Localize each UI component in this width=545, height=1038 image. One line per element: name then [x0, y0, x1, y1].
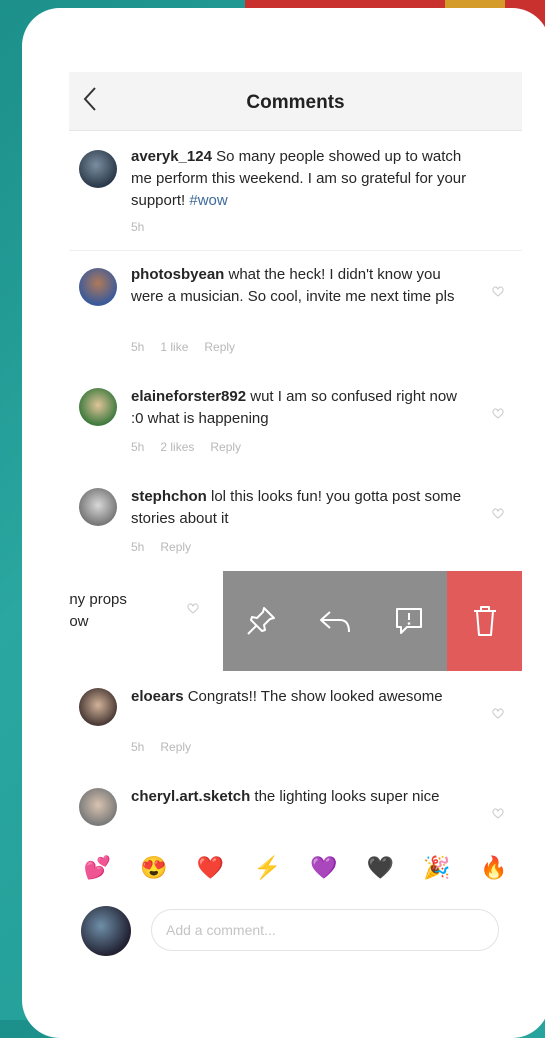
comment-time: 5h [131, 440, 145, 454]
comment-text: eloears Congrats!! The show looked aweso… [131, 686, 471, 708]
heart-icon [492, 408, 504, 419]
comment-time: 5h [131, 220, 145, 234]
divider [69, 250, 522, 251]
comment-body: Congrats!! The show looked awesome [183, 688, 443, 705]
like-button[interactable] [492, 408, 504, 422]
pin-button[interactable] [223, 571, 299, 671]
heart-icon [492, 286, 504, 297]
comment-composer [69, 900, 522, 964]
comments-screen: Comments averyk_124 So many people showe… [69, 72, 522, 964]
phone-card: Comments averyk_124 So many people showe… [22, 8, 545, 1038]
reply-link[interactable]: Reply [210, 440, 241, 454]
delete-button[interactable] [447, 571, 522, 671]
comment-item: elaineforster892 wut I am so confused ri… [69, 382, 522, 472]
emoji-button[interactable]: ❤️ [197, 855, 224, 881]
like-button[interactable] [492, 508, 504, 522]
swiped-comment-text: any props how [69, 589, 127, 633]
comment-text: averyk_124 So many people showed up to w… [131, 146, 471, 212]
emoji-button[interactable]: 💕 [84, 855, 111, 881]
comment-item: photosbyean what the heck! I didn't know… [69, 260, 522, 370]
heart-icon [187, 603, 199, 614]
emoji-button[interactable]: 🔥 [480, 855, 507, 881]
page-title: Comments [246, 92, 345, 113]
comment-text: photosbyean what the heck! I didn't know… [131, 264, 471, 308]
swiped-line: how [69, 613, 89, 630]
emoji-button[interactable]: 🖤 [367, 855, 394, 881]
comment-time: 5h [131, 340, 145, 354]
comment-meta: 5h 2 likes Reply [131, 440, 257, 454]
emoji-button[interactable]: 🎉 [423, 855, 450, 881]
reply-icon [320, 611, 350, 633]
emoji-bar: 💕 😍 ❤️ ⚡ 💜 🖤 🎉 🔥 [69, 840, 522, 896]
report-button[interactable] [371, 571, 447, 671]
comment-item: eloears Congrats!! The show looked aweso… [69, 682, 522, 767]
comment-item: stephchon lol this looks fun! you gotta … [69, 482, 522, 567]
avatar[interactable] [79, 388, 117, 426]
comment-meta: 5h Reply [131, 540, 207, 554]
swiped-comment-row[interactable]: any props how [69, 571, 522, 671]
comment-input[interactable] [151, 909, 499, 951]
comment-username[interactable]: eloears [131, 688, 184, 705]
like-button[interactable] [492, 286, 504, 300]
swipe-actions [223, 571, 522, 671]
reply-link[interactable]: Reply [204, 340, 235, 354]
like-button[interactable] [187, 603, 199, 617]
comment-item: averyk_124 So many people showed up to w… [69, 142, 522, 252]
heart-icon [492, 708, 504, 719]
comment-username[interactable]: cheryl.art.sketch [131, 788, 250, 805]
emoji-button[interactable]: 💜 [310, 855, 337, 881]
reply-button[interactable] [299, 571, 371, 671]
report-icon [396, 608, 422, 634]
pin-icon [247, 607, 275, 635]
heart-icon [492, 508, 504, 519]
comment-time: 5h [131, 540, 145, 554]
comment-body: the lighting looks super nice [250, 788, 440, 805]
header: Comments [69, 72, 522, 131]
comment-username[interactable]: photosbyean [131, 266, 224, 283]
like-count[interactable]: 1 like [160, 340, 188, 354]
comment-item: cheryl.art.sketch the lighting looks sup… [69, 782, 522, 840]
like-count[interactable]: 2 likes [160, 440, 194, 454]
comment-time: 5h [131, 740, 145, 754]
comment-username[interactable]: stephchon [131, 488, 207, 505]
comment-meta: 5h Reply [131, 740, 207, 754]
trash-icon [473, 606, 496, 636]
avatar[interactable] [79, 268, 117, 306]
swiped-line: any props [69, 591, 127, 608]
heart-icon [492, 808, 504, 819]
avatar[interactable] [79, 150, 117, 188]
comment-username[interactable]: averyk_124 [131, 148, 212, 165]
comment-meta: 5h 1 like Reply [131, 340, 251, 354]
hashtag-link[interactable]: #wow [189, 192, 227, 209]
like-button[interactable] [492, 708, 504, 722]
my-avatar [81, 906, 131, 956]
avatar[interactable] [79, 688, 117, 726]
avatar[interactable] [79, 488, 117, 526]
comment-text: stephchon lol this looks fun! you gotta … [131, 486, 471, 530]
comment-username[interactable]: elaineforster892 [131, 388, 246, 405]
comment-text: cheryl.art.sketch the lighting looks sup… [131, 786, 471, 808]
avatar[interactable] [79, 788, 117, 826]
like-button[interactable] [492, 808, 504, 822]
comment-meta: 5h [131, 220, 160, 234]
emoji-button[interactable]: ⚡ [253, 855, 280, 881]
emoji-button[interactable]: 😍 [140, 855, 167, 881]
reply-link[interactable]: Reply [160, 540, 191, 554]
reply-link[interactable]: Reply [160, 740, 191, 754]
comment-text: elaineforster892 wut I am so confused ri… [131, 386, 471, 430]
